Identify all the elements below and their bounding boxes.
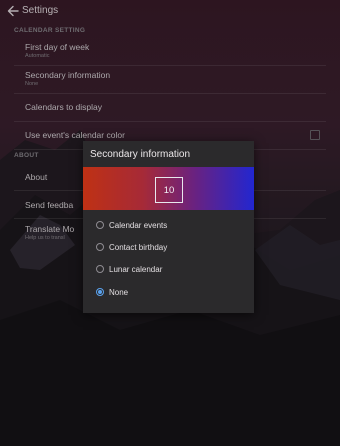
- option-calendar-events[interactable]: Calendar events: [96, 218, 167, 232]
- option-none[interactable]: None: [96, 285, 128, 299]
- radio-calendar-events[interactable]: [96, 221, 104, 229]
- dialog-title: Secondary information: [90, 149, 191, 160]
- option-label-contact-birthday: Contact birthday: [109, 242, 168, 252]
- preview-day-box: 10: [155, 177, 183, 203]
- option-label-none: None: [109, 287, 129, 297]
- radio-contact-birthday[interactable]: [96, 243, 104, 251]
- preview-banner: 10: [83, 167, 254, 210]
- option-lunar-calendar[interactable]: Lunar calendar: [96, 262, 162, 276]
- option-label-calendar-events: Calendar events: [109, 220, 168, 230]
- radio-none[interactable]: [96, 288, 104, 296]
- secondary-information-dialog: Secondary information 10 Calendar events…: [83, 141, 254, 313]
- option-contact-birthday[interactable]: Contact birthday: [96, 240, 167, 254]
- option-label-lunar-calendar: Lunar calendar: [109, 264, 163, 274]
- preview-day-number: 10: [163, 184, 175, 196]
- radio-lunar-calendar[interactable]: [96, 265, 104, 273]
